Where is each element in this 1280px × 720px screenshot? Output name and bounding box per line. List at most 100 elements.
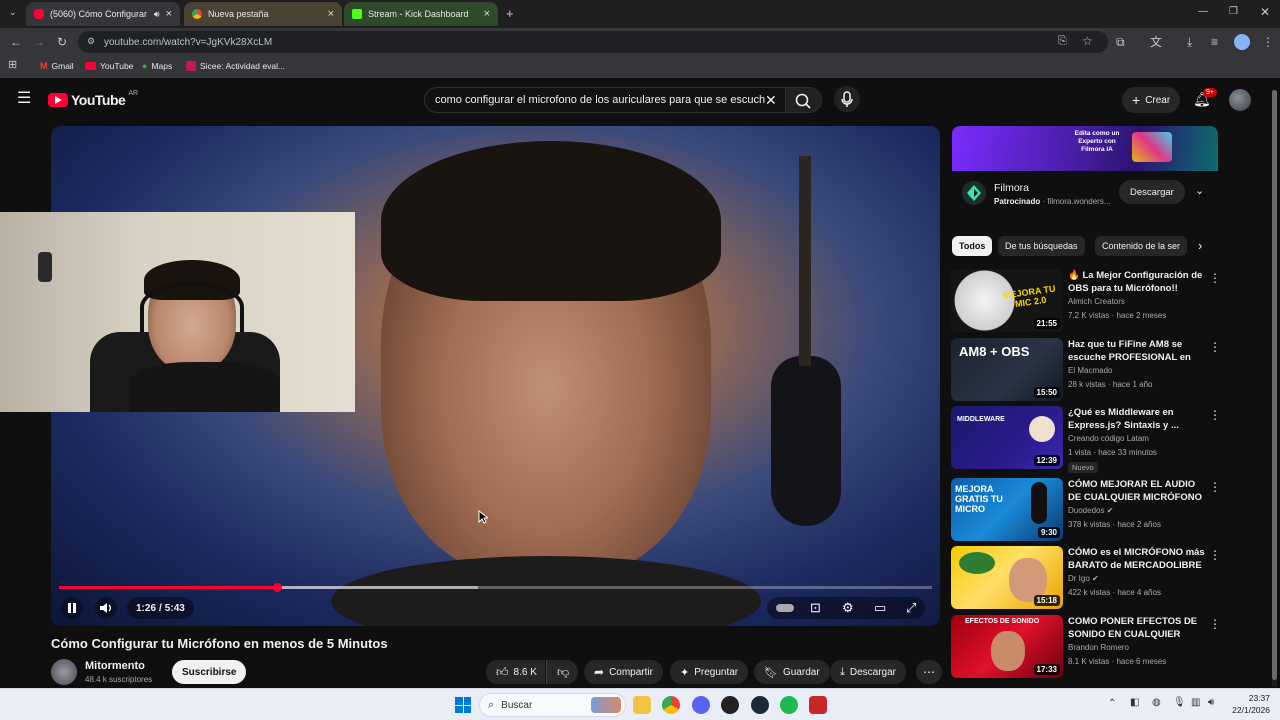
account-avatar[interactable] [1229, 89, 1251, 111]
recommendation-card[interactable]: MEJORA TU MIC 2.0 21:55 🔥 La Mejor Confi… [951, 269, 1221, 333]
tab-search-icon[interactable]: ⌄ [9, 8, 17, 17]
more-options-icon[interactable]: ⋮ [1209, 548, 1221, 562]
dislike-button[interactable]: 👎︎ [546, 660, 578, 684]
spotify-icon[interactable] [780, 696, 798, 714]
video-thumbnail[interactable]: EFECTOS DE SONIDO 17:33 [951, 615, 1063, 678]
pause-button[interactable] [61, 597, 83, 619]
scrollbar-thumb[interactable] [1272, 90, 1277, 680]
voice-search-button[interactable] [834, 86, 860, 112]
more-options-icon[interactable]: ⋮ [1209, 617, 1221, 631]
install-app-icon[interactable]: ⎘ [1058, 35, 1067, 48]
channel-name[interactable]: Mitormento [85, 660, 145, 672]
network-icon[interactable]: ▥ [1191, 697, 1200, 708]
reload-icon[interactable]: ↻ [57, 36, 67, 48]
like-button[interactable]: 👍︎ 8.6 K [486, 660, 545, 684]
bookmark-maps[interactable]: ● Maps [142, 61, 172, 71]
recommendation-card[interactable]: MEJORA GRATIS TU MICRO 9:30 CÓMO MEJORAR… [951, 478, 1221, 542]
close-tab-icon[interactable]: × [328, 8, 334, 20]
obs-icon[interactable] [721, 696, 739, 714]
tray-chevron-icon[interactable]: ⌃ [1108, 698, 1116, 709]
filter-chip-all[interactable]: Todos [952, 236, 993, 256]
address-bar[interactable]: ⚙︎ youtube.com/watch?v=JgKVk28XcLM ⎘ ☆ [78, 31, 1108, 53]
scrubber-handle[interactable] [273, 583, 283, 592]
steam-icon[interactable] [751, 696, 769, 714]
tray-app-icon[interactable]: ◧ [1130, 697, 1139, 708]
tab-kick[interactable]: Stream - Kick Dashboard × [344, 2, 498, 26]
clear-search-icon[interactable]: ✕ [765, 92, 777, 109]
close-tab-icon[interactable]: × [484, 8, 490, 20]
file-explorer-icon[interactable] [633, 696, 651, 714]
video-thumbnail[interactable]: MEJORA TU MIC 2.0 21:55 [951, 269, 1063, 332]
new-tab-icon[interactable]: + [506, 7, 514, 20]
volume-button[interactable] [95, 597, 117, 619]
discord-icon[interactable] [692, 696, 710, 714]
menu-kebab-icon[interactable]: ⋮ [1262, 36, 1274, 48]
miniplayer-icon[interactable]: ▭ [874, 601, 886, 614]
bookmark-gmail[interactable]: M Gmail [40, 61, 74, 71]
ad-advertiser-name[interactable]: Filmora [994, 182, 1029, 194]
video-thumbnail[interactable]: MIDDLEWARE 12:39 [951, 406, 1063, 469]
clock[interactable]: 23:37 22/1/2026 [1226, 692, 1270, 716]
autoplay-toggle[interactable] [776, 604, 794, 612]
recommendation-card[interactable]: EFECTOS DE SONIDO 17:33 COMO PONER EFECT… [951, 615, 1221, 679]
video-thumbnail[interactable]: AM8 + OBS 15:50 [951, 338, 1063, 401]
close-tab-icon[interactable]: × [166, 8, 172, 20]
more-options-icon[interactable]: ⋮ [1209, 408, 1221, 422]
ad-download-button[interactable]: Descargar [1119, 180, 1185, 204]
microphone-tray-icon[interactable]: 🎙︎ [1173, 697, 1186, 708]
close-window-icon[interactable]: ✕ [1260, 6, 1270, 18]
channel-avatar[interactable] [51, 659, 77, 685]
search-button[interactable] [786, 87, 822, 113]
more-options-icon[interactable]: ⋮ [1209, 271, 1221, 285]
extensions-icon[interactable]: ⧉ [1116, 36, 1125, 48]
forward-icon[interactable]: → [33, 36, 45, 48]
page-scrollbar[interactable] [1272, 90, 1277, 686]
windows-start-icon[interactable] [455, 697, 471, 713]
more-options-icon[interactable]: ⋮ [1209, 340, 1221, 354]
bookmark-sicee[interactable]: Sicee: Actividad eval... [186, 61, 285, 71]
share-button[interactable]: ➦ Compartir [584, 660, 663, 684]
video-thumbnail[interactable]: 15:18 [951, 546, 1063, 609]
ask-button[interactable]: ✦ Preguntar [670, 660, 749, 684]
taskbar-search[interactable]: ⌕ Buscar [479, 693, 626, 717]
profile-avatar[interactable] [1234, 34, 1250, 50]
maximize-icon[interactable]: ❐ [1229, 7, 1238, 17]
back-icon[interactable]: ← [10, 36, 22, 48]
reading-list-icon[interactable]: ≡ [1211, 36, 1218, 48]
recommendation-card[interactable]: MIDDLEWARE 12:39 ¿Qué es Middleware en E… [951, 406, 1221, 473]
filter-chip-searches[interactable]: De tus búsquedas [998, 236, 1085, 256]
minimize-icon[interactable]: — [1198, 7, 1208, 17]
create-button[interactable]: + Crear [1122, 87, 1181, 113]
volume-tray-icon[interactable]: 🔊︎ [1208, 697, 1214, 708]
filter-chip-series[interactable]: Contenido de la ser [1095, 236, 1187, 256]
speaker-icon[interactable]: 🔊︎ [154, 9, 160, 20]
bookmark-star-icon[interactable]: ☆ [1082, 34, 1093, 48]
settings-gear-icon[interactable]: ⚙︎ [842, 601, 854, 614]
tab-youtube[interactable]: (5060) Cómo Configurar tu 🔊︎ × [26, 2, 180, 26]
search-input[interactable]: como configurar el microfono de los auri… [424, 87, 786, 113]
video-thumbnail[interactable]: MEJORA GRATIS TU MICRO 9:30 [951, 478, 1063, 541]
ad-banner[interactable]: Edita como un Experto con Filmora IA [952, 126, 1218, 171]
chevron-right-icon[interactable]: › [1198, 238, 1202, 253]
more-options-icon[interactable]: ⋮ [1209, 480, 1221, 494]
downloads-icon[interactable]: ⤓ [1187, 36, 1192, 48]
recommendation-card[interactable]: AM8 + OBS 15:50 Haz que tu FiFine AM8 se… [951, 338, 1221, 402]
progress-bar[interactable] [59, 583, 932, 592]
save-button[interactable]: 🔖︎ Guardar [754, 660, 830, 684]
hamburger-menu-icon[interactable]: ☰ [17, 91, 31, 107]
chevron-down-icon[interactable]: ⌄ [1195, 184, 1204, 197]
translate-icon[interactable]: 文 [1150, 36, 1162, 48]
tray-app-icon[interactable]: ◍ [1152, 697, 1161, 708]
subscribe-button[interactable]: Suscribirse [172, 660, 247, 684]
chrome-taskbar-icon[interactable] [662, 696, 680, 714]
more-actions-button[interactable]: ⋯ [916, 660, 942, 684]
tab-new-tab[interactable]: Nueva pestaña × [184, 2, 342, 26]
site-info-icon[interactable]: ⚙︎ [87, 36, 95, 47]
apps-grid-icon[interactable]: ⊞ [8, 60, 17, 71]
youtube-logo[interactable]: YouTube AR [48, 90, 138, 108]
bookmark-youtube[interactable]: YouTube [85, 61, 133, 71]
subtitles-icon[interactable]: ⊡ [810, 601, 821, 614]
download-button[interactable]: ⤓ Descargar [830, 660, 907, 684]
fullscreen-icon[interactable]: ⤢ [906, 601, 916, 614]
app-icon[interactable] [809, 696, 827, 714]
